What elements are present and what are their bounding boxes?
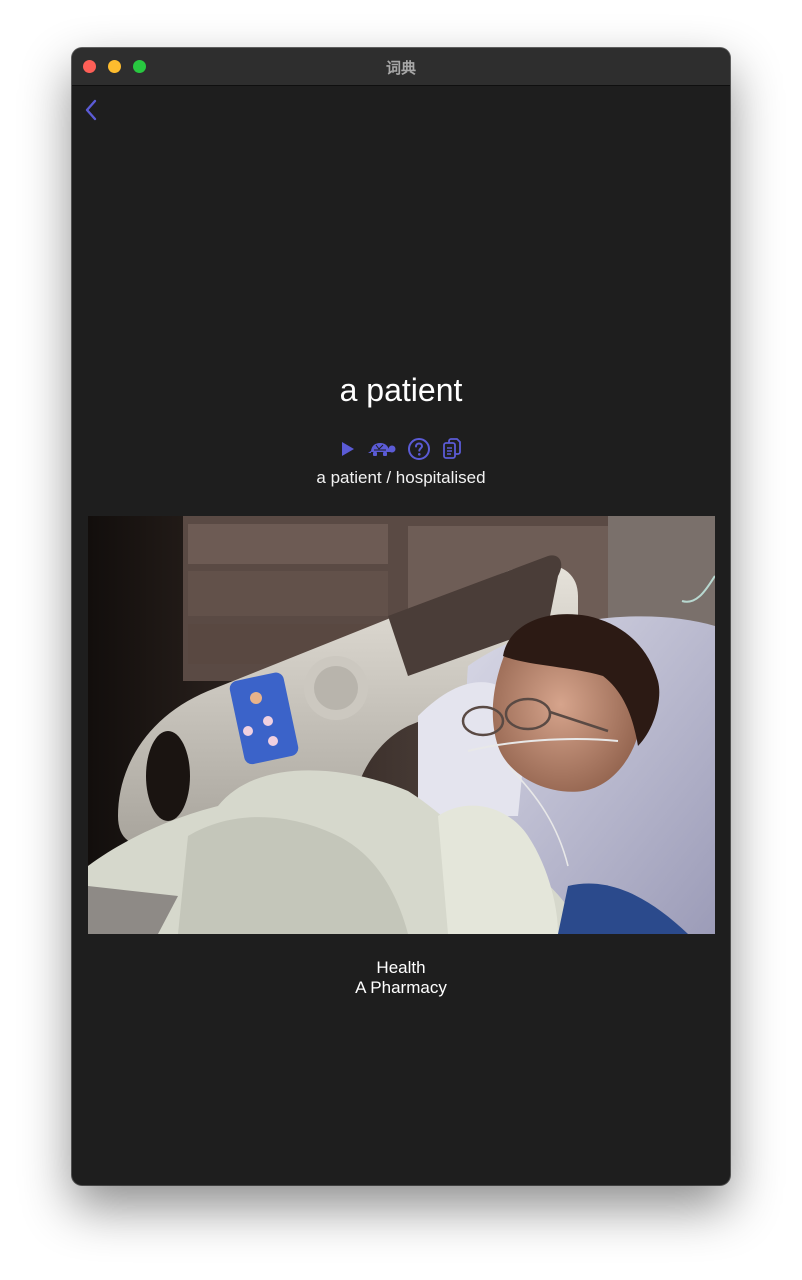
dictionary-window: 词典 a patient a patient / hospitalised He… <box>72 48 730 1185</box>
subcategory-label: A Pharmacy <box>355 978 447 997</box>
window-title: 词典 <box>385 59 416 77</box>
help-button[interactable] <box>407 437 431 461</box>
slow-play-button[interactable] <box>367 440 397 458</box>
title-bar: 词典 <box>72 48 730 86</box>
translation-text: a patient / hospitalised <box>316 468 486 487</box>
word-heading: a patient <box>339 372 463 408</box>
category-label: Health <box>376 958 426 977</box>
play-button[interactable] <box>339 440 357 458</box>
word-actions <box>72 436 730 462</box>
play-icon <box>342 442 354 456</box>
copy-icon <box>443 438 461 459</box>
turtle-icon <box>368 443 396 456</box>
back-button[interactable] <box>82 98 102 122</box>
help-icon <box>408 438 430 460</box>
copy-button[interactable] <box>441 437 463 461</box>
chevron-left-icon <box>85 99 97 121</box>
word-illustration-image <box>88 516 715 934</box>
